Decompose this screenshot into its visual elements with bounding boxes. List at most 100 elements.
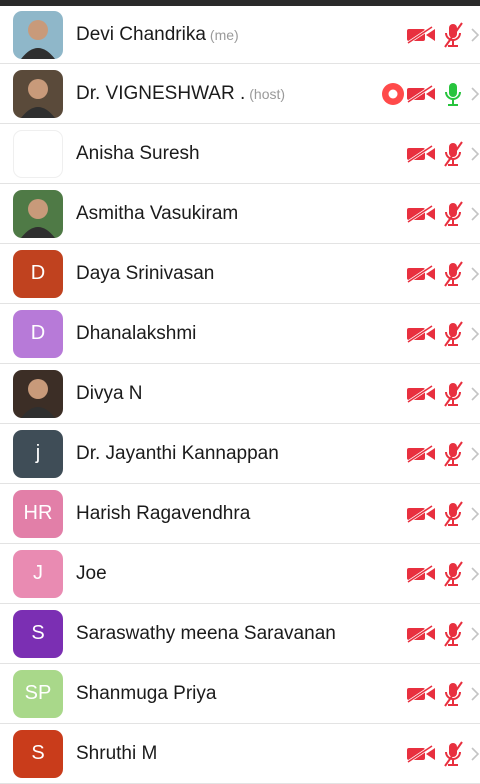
participant-name: Harish Ragavendhra (76, 503, 250, 525)
avatar (13, 189, 63, 238)
chevron-right-icon[interactable] (470, 86, 480, 106)
avatar: j (13, 429, 63, 478)
avatar-initials: S (31, 742, 45, 764)
chevron-right-icon[interactable] (470, 746, 480, 766)
chevron-right-icon[interactable] (470, 626, 480, 646)
avatar: J (13, 549, 63, 598)
participant-row[interactable]: Dr. VIGNESHWAR . (host) (0, 64, 480, 124)
participant-name-text: Shanmuga Priya (76, 682, 217, 704)
participant-row[interactable]: Asmitha Vasukiram (0, 184, 480, 244)
avatar: SP (13, 669, 63, 718)
video-off-icon (406, 84, 436, 108)
mic-muted-icon (441, 680, 465, 712)
mic-muted-icon (441, 320, 465, 352)
participant-name-text: Divya N (76, 382, 143, 404)
chevron-right-icon[interactable] (470, 206, 480, 226)
participant-role-tag: (me) (209, 26, 239, 43)
avatar (13, 69, 63, 118)
participant-status-icons (378, 64, 480, 123)
mic-muted-icon (441, 260, 465, 292)
participant-name: Anisha Suresh (76, 143, 200, 165)
video-off-icon (406, 744, 436, 768)
participant-name: Joe (76, 563, 107, 585)
video-off-icon (406, 384, 436, 408)
participant-row[interactable]: Divya N (0, 364, 480, 424)
record-icon (381, 82, 405, 111)
chevron-right-icon[interactable] (470, 686, 480, 706)
avatar: D (13, 309, 63, 358)
participant-name: Dr. Jayanthi Kannappan (76, 443, 279, 465)
participant-status-icons (378, 664, 480, 723)
participant-name-text: Dr. Jayanthi Kannappan (76, 442, 279, 464)
chevron-right-icon[interactable] (470, 506, 480, 526)
participant-row[interactable]: S Saraswathy meena Saravanan (0, 604, 480, 664)
participant-row[interactable]: Devi Chandrika (me) (0, 6, 480, 64)
participant-name-text: Asmitha Vasukiram (76, 202, 239, 224)
video-off-icon (406, 564, 436, 588)
participant-name: Saraswathy meena Saravanan (76, 623, 336, 645)
participant-name: Shruthi M (76, 743, 157, 765)
chevron-right-icon[interactable] (470, 266, 480, 286)
participant-status-icons (378, 424, 480, 483)
participant-row[interactable]: D Dhanalakshmi (0, 304, 480, 364)
video-off-icon (406, 624, 436, 648)
participant-name: Daya Srinivasan (76, 263, 214, 285)
participant-status-icons (378, 604, 480, 663)
mic-muted-icon (441, 380, 465, 412)
avatar (13, 369, 63, 418)
chevron-right-icon[interactable] (470, 27, 480, 47)
avatar: D (13, 249, 63, 298)
participant-status-icons (378, 184, 480, 243)
avatar (13, 129, 63, 178)
participant-name: Dhanalakshmi (76, 323, 196, 345)
participant-name-text: Daya Srinivasan (76, 262, 215, 284)
participant-role-tag: (host) (249, 85, 286, 102)
participant-name-text: Shruthi M (76, 742, 158, 764)
video-off-icon (406, 684, 436, 708)
video-off-icon (406, 144, 436, 168)
mic-muted-icon (441, 560, 465, 592)
chevron-right-icon[interactable] (470, 326, 480, 346)
participant-row[interactable]: SP Shanmuga Priya (0, 664, 480, 724)
video-off-icon (406, 324, 436, 348)
chevron-right-icon[interactable] (470, 446, 480, 466)
avatar (13, 10, 63, 59)
participant-row[interactable]: J Joe (0, 544, 480, 604)
participant-name: Dr. VIGNESHWAR . (host) (76, 83, 285, 105)
mic-muted-icon (441, 200, 465, 232)
avatar: S (13, 729, 63, 778)
chevron-right-icon[interactable] (470, 566, 480, 586)
participant-row[interactable]: S Shruthi M (0, 724, 480, 784)
avatar-initials: HR (23, 502, 53, 524)
participant-row[interactable]: HR Harish Ragavendhra (0, 484, 480, 544)
participant-list: Devi Chandrika (me) Dr. VIGNESHWAR . (host)… (0, 6, 480, 784)
avatar: S (13, 609, 63, 658)
participant-status-icons (378, 6, 480, 63)
participant-name: Shanmuga Priya (76, 683, 216, 705)
participant-status-icons (378, 724, 480, 783)
avatar: HR (13, 489, 63, 538)
participant-name-text: Harish Ragavendhra (76, 502, 251, 524)
mic-muted-icon (441, 500, 465, 532)
participant-name: Devi Chandrika (me) (76, 24, 239, 46)
participant-status-icons (378, 544, 480, 603)
participant-name-text: Devi Chandrika (76, 23, 206, 45)
chevron-right-icon[interactable] (470, 146, 480, 166)
chevron-right-icon[interactable] (470, 386, 480, 406)
participant-name-text: Anisha Suresh (76, 142, 200, 164)
avatar-initials: j (35, 442, 41, 464)
avatar-initials: S (31, 622, 45, 644)
participant-status-icons (378, 124, 480, 183)
participant-status-icons (378, 364, 480, 423)
avatar-initials: SP (24, 682, 52, 704)
participant-row[interactable]: j Dr. Jayanthi Kannappan (0, 424, 480, 484)
participant-name-text: Dhanalakshmi (76, 322, 197, 344)
participant-row[interactable]: D Daya Srinivasan (0, 244, 480, 304)
mic-muted-icon (441, 740, 465, 772)
avatar-initials: J (33, 562, 43, 584)
video-off-icon (406, 444, 436, 468)
participant-row[interactable]: Anisha Suresh (0, 124, 480, 184)
participant-name-text: Joe (76, 562, 107, 584)
participant-status-icons (378, 244, 480, 303)
video-off-icon (406, 264, 436, 288)
